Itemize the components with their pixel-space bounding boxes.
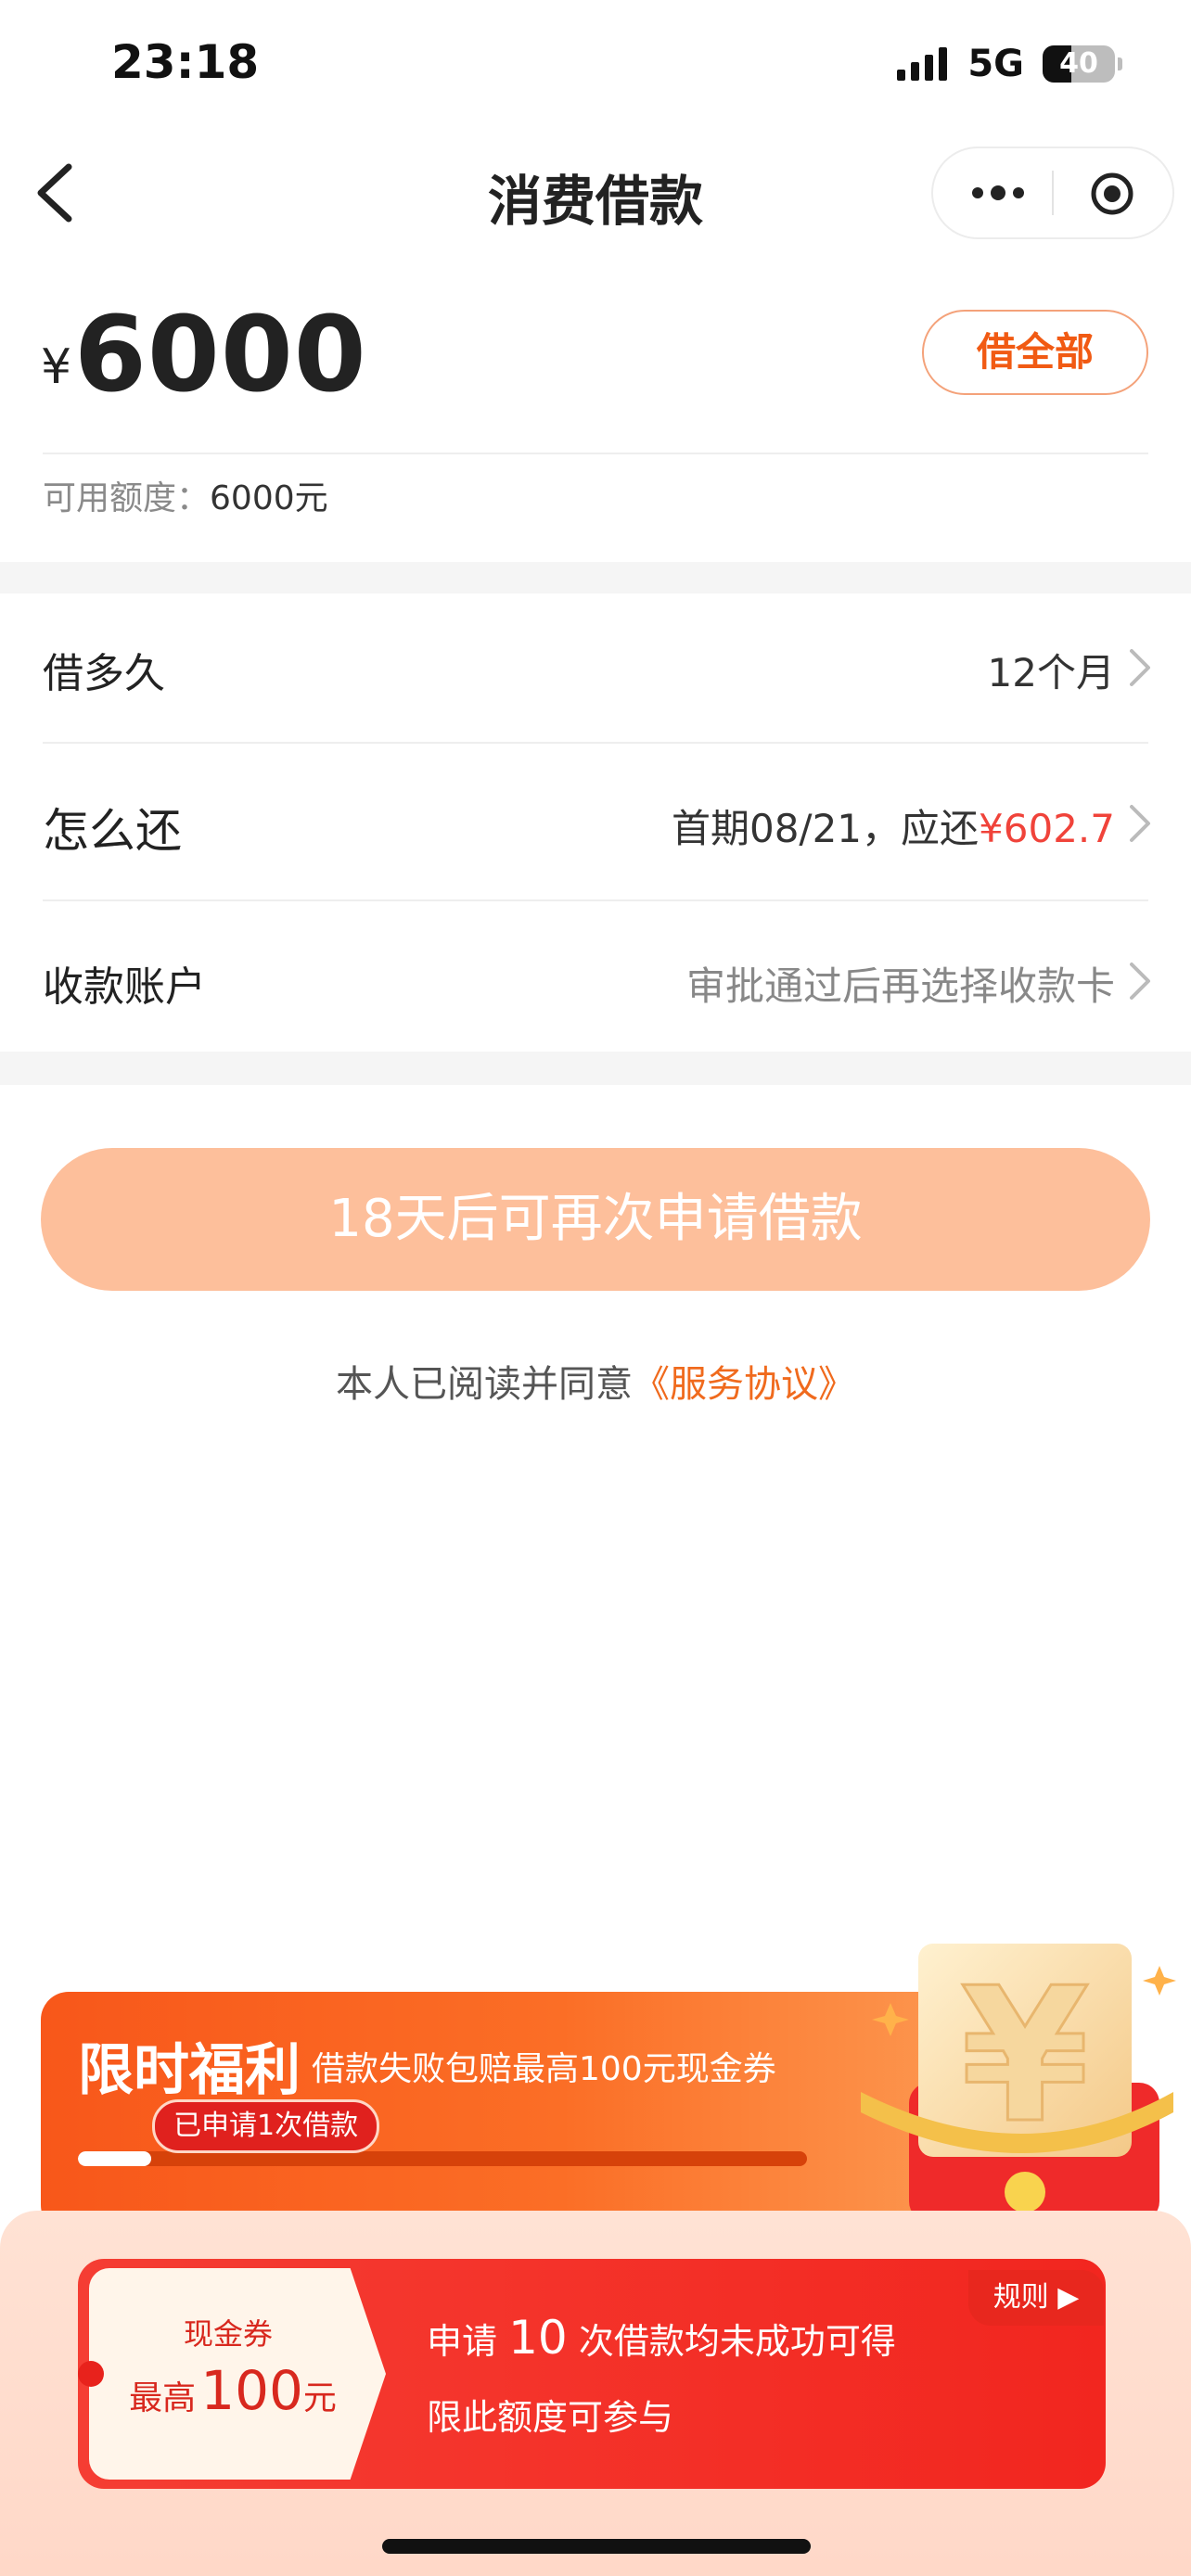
agreement-prefix: 本人已阅读并同意 bbox=[336, 1363, 633, 1406]
row-account-value: 审批通过后再选择收款卡 bbox=[685, 963, 1115, 1009]
apply-loan-button[interactable]: 18天后可再次申请借款 bbox=[41, 1148, 1150, 1291]
battery-icon: 40 bbox=[1043, 45, 1122, 83]
currency-symbol: ¥ bbox=[41, 339, 72, 395]
red-packet-icon: ¥ bbox=[861, 1944, 1176, 2222]
coupon-amount: 最高 100元 bbox=[89, 2359, 377, 2422]
status-time: 23:18 bbox=[111, 35, 260, 89]
repayment-first-term: 首期08/21，应还 bbox=[671, 806, 980, 851]
agreement-text: 本人已阅读并同意《服务协议》 bbox=[0, 1354, 1191, 1408]
row-duration-value: 12个月 bbox=[987, 650, 1115, 695]
network-type: 5G bbox=[967, 43, 1024, 85]
row-duration-label: 借多久 bbox=[43, 650, 165, 697]
rules-button[interactable]: 规则 ▶ bbox=[968, 2270, 1104, 2326]
quota-value: 6000元 bbox=[210, 479, 328, 517]
row-account-label: 收款账户 bbox=[43, 963, 206, 1011]
coupon-label: 现金券 bbox=[183, 2316, 273, 2352]
service-agreement-link[interactable]: 《服务协议》 bbox=[633, 1363, 855, 1406]
condition-count: 10 bbox=[508, 2311, 568, 2365]
home-indicator bbox=[382, 2539, 811, 2554]
promo-title: 限时福利 bbox=[78, 2038, 301, 2103]
more-dots-icon bbox=[972, 185, 1024, 200]
signal-icon bbox=[897, 47, 948, 81]
section-gap bbox=[0, 1052, 1191, 1085]
condition-suffix: 次借款均未成功可得 bbox=[578, 2321, 896, 2362]
row-repayment-value: 首期08/21，应还¥602.7 bbox=[672, 797, 1115, 854]
row-repayment-label: 怎么还 bbox=[43, 804, 182, 858]
coupon-value: 100 bbox=[200, 2359, 303, 2422]
chevron-right-icon bbox=[1130, 649, 1150, 686]
quota-label: 可用额度： bbox=[43, 479, 211, 517]
status-indicators: 5G 40 bbox=[897, 43, 1122, 85]
promo-subtitle: 借款失败包赔最高100元现金券 bbox=[312, 2050, 776, 2088]
repayment-amount: ¥602.7 bbox=[979, 806, 1115, 851]
more-button[interactable] bbox=[970, 182, 1026, 204]
coupon-eligibility: 限此额度可参与 bbox=[427, 2397, 674, 2438]
chevron-right-icon bbox=[1130, 963, 1150, 1000]
available-quota: 可用额度：6000元 bbox=[43, 471, 328, 519]
borrow-all-button[interactable]: 借全部 bbox=[922, 310, 1148, 395]
mini-program-capsule bbox=[931, 147, 1174, 239]
condition-prefix: 申请 bbox=[427, 2321, 498, 2362]
coupon-prefix: 最高 bbox=[129, 2379, 197, 2417]
coupon-condition: 申请 10 次借款均未成功可得 bbox=[427, 2311, 896, 2365]
section-gap bbox=[0, 562, 1191, 593]
divider bbox=[43, 453, 1148, 454]
chevron-right-icon bbox=[1130, 805, 1150, 842]
loan-amount-input[interactable]: 6000 bbox=[74, 295, 367, 415]
promo-progress-bar bbox=[78, 2151, 807, 2166]
coupon-unit: 元 bbox=[302, 2379, 337, 2417]
close-mini-program-button[interactable] bbox=[1089, 171, 1135, 217]
target-circle-icon bbox=[1091, 172, 1133, 215]
battery-level: 40 bbox=[1059, 47, 1098, 80]
applied-count-badge: 已申请1次借款 bbox=[152, 2099, 380, 2153]
